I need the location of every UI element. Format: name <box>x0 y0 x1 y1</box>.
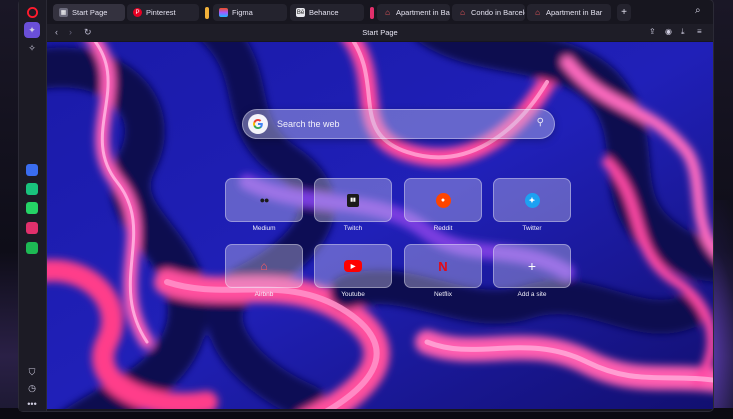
speed-dial-label: Airbnb <box>254 291 274 298</box>
airbnb-icon: ⌂ <box>385 8 390 17</box>
airbnb-icon: ⌂ <box>535 8 540 17</box>
more-icon[interactable]: ••• <box>24 396 40 412</box>
speed-dial-label: Twitch <box>343 225 363 232</box>
search-tabs-icon[interactable]: ⌕ <box>695 5 701 16</box>
flow-icon[interactable]: ✧ <box>24 40 40 56</box>
speed-dial-reddit[interactable]: ● <box>404 178 482 222</box>
download-icon[interactable]: ⤓ <box>681 27 685 37</box>
shield-icon[interactable]: ⛉ <box>24 364 40 380</box>
grid-icon: ▦ <box>59 8 68 17</box>
tab-label: Figma <box>232 8 253 17</box>
figma-icon <box>219 8 228 17</box>
speed-dial-youtube[interactable]: ▶ <box>314 244 392 288</box>
tab-island-separator <box>370 7 374 19</box>
speed-dial-label: Add a site <box>517 291 547 298</box>
share-icon[interactable]: ⇪ <box>649 27 656 36</box>
camera-icon[interactable]: ◉ <box>665 27 672 36</box>
twitter-icon: ✦ <box>524 192 540 208</box>
app-store-icon[interactable] <box>26 164 38 176</box>
google-icon <box>248 114 268 134</box>
medium-icon: ●● <box>259 195 270 205</box>
netflix-icon: N <box>438 258 448 274</box>
spotify-icon[interactable] <box>26 242 38 254</box>
tab-label: Start Page <box>72 8 108 17</box>
tab-apartment-1[interactable]: ⌂ Apartment in Bar <box>377 4 450 21</box>
airbnb-icon: ⌂ <box>460 8 465 17</box>
search-bar[interactable]: Search the web ⚲ <box>242 109 555 139</box>
tab-behance[interactable]: Bē Behance <box>290 4 364 21</box>
search-placeholder: Search the web <box>277 119 340 129</box>
speed-dial-label: Netflix <box>433 291 453 298</box>
history-icon[interactable]: ◷ <box>24 380 40 396</box>
plus-icon: + <box>527 258 537 274</box>
tab-figma[interactable]: Figma <box>213 4 287 21</box>
tab-apartment-2[interactable]: ⌂ Apartment in Bar <box>527 4 611 21</box>
tab-condo[interactable]: ⌂ Condo in Barcelo <box>452 4 525 21</box>
sidebar: ✦ ✧ ⛉ ◷ ••• <box>19 0 47 411</box>
aria-ai-icon[interactable]: ✦ <box>24 22 40 38</box>
speed-dial-label: Youtube <box>341 291 365 298</box>
tab-island-separator <box>205 7 209 19</box>
new-tab-button[interactable]: + <box>617 4 631 21</box>
menu-icon[interactable]: ≡ <box>697 27 702 36</box>
airbnb-icon: ⌂ <box>260 259 268 273</box>
tab-pinterest[interactable]: P Pinterest <box>127 4 199 21</box>
speed-dial-twitter[interactable]: ✦ <box>493 178 571 222</box>
youtube-icon: ▶ <box>344 260 362 272</box>
speed-dial-label: Reddit <box>433 225 453 232</box>
tab-label: Pinterest <box>146 8 176 17</box>
tab-start-page[interactable]: ▦ Start Page <box>53 4 125 21</box>
tab-label: Behance <box>309 8 339 17</box>
reddit-icon: ● <box>435 192 451 208</box>
browser-window: ✦ ✧ ⛉ ◷ ••• ▦ Start Page P Pinterest Fig… <box>19 0 713 411</box>
pinterest-icon: P <box>133 8 142 17</box>
speed-dial-netflix[interactable]: N <box>404 244 482 288</box>
chatgpt-icon[interactable] <box>26 183 38 195</box>
speed-dial-twitch[interactable]: ▮▮ <box>314 178 392 222</box>
behance-icon: Bē <box>296 8 305 17</box>
opera-logo-icon[interactable] <box>24 4 40 20</box>
address-bar: ‹ › ↻ Start Page ⇪ ◉ ⤓ ≡ <box>47 24 713 41</box>
scene: ✦ ✧ ⛉ ◷ ••• ▦ Start Page P Pinterest Fig… <box>0 0 733 419</box>
speed-dial-label: Twitter <box>522 225 542 232</box>
whatsapp-icon[interactable] <box>26 202 38 214</box>
tab-label: Condo in Barcelo <box>471 8 525 17</box>
instagram-icon[interactable] <box>26 222 38 234</box>
tab-bar: ▦ Start Page P Pinterest Figma Bē Behanc… <box>47 3 713 22</box>
speed-dial-airbnb[interactable]: ⌂ <box>225 244 303 288</box>
speed-dial-label: Medium <box>252 225 276 232</box>
start-page: Search the web ⚲ ●● Medium ▮▮ Twitch ● R… <box>47 42 713 409</box>
address-title[interactable]: Start Page <box>47 28 713 37</box>
speed-dial-medium[interactable]: ●● <box>225 178 303 222</box>
twitch-icon: ▮▮ <box>347 193 359 207</box>
tab-label: Apartment in Bar <box>396 8 450 17</box>
search-icon[interactable]: ⚲ <box>537 117 544 128</box>
tab-label: Apartment in Bar <box>546 8 603 17</box>
add-site-button[interactable]: + <box>493 244 571 288</box>
